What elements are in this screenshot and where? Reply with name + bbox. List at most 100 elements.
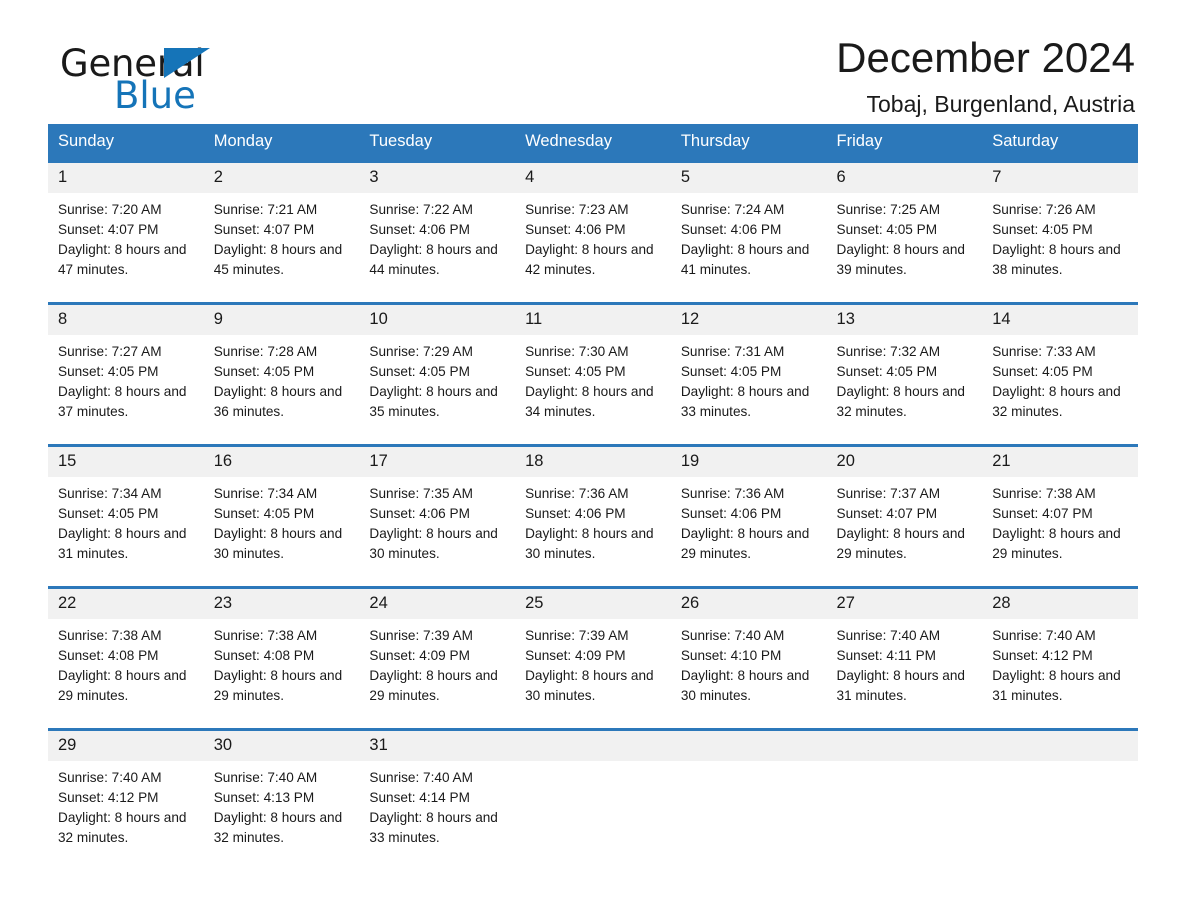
- day-number[interactable]: 4: [515, 160, 671, 193]
- daylight-text: Daylight: 8 hours and 31 minutes.: [836, 668, 965, 703]
- day-cell[interactable]: Sunrise: 7:36 AM Sunset: 4:06 PM Dayligh…: [670, 477, 827, 572]
- day-number[interactable]: 2: [203, 160, 360, 193]
- day-number[interactable]: 8: [48, 302, 204, 335]
- daylight-text: Daylight: 8 hours and 38 minutes.: [992, 242, 1121, 277]
- daylight-text: Daylight: 8 hours and 29 minutes.: [58, 668, 187, 703]
- day-number[interactable]: 28: [982, 586, 1138, 619]
- day-cell[interactable]: Sunrise: 7:35 AM Sunset: 4:06 PM Dayligh…: [359, 477, 516, 572]
- week-spacer: [48, 572, 1138, 588]
- week-spacer: [48, 430, 1138, 446]
- day-cell[interactable]: Sunrise: 7:40 AM Sunset: 4:10 PM Dayligh…: [670, 619, 827, 714]
- day-number[interactable]: 30: [203, 728, 360, 761]
- day-cell[interactable]: Sunrise: 7:38 AM Sunset: 4:08 PM Dayligh…: [203, 619, 360, 714]
- sunset-text: Sunset: 4:05 PM: [58, 506, 159, 521]
- day-number[interactable]: 29: [48, 728, 204, 761]
- day-number[interactable]: 7: [982, 160, 1138, 193]
- week-spacer: [48, 288, 1138, 304]
- day-cell[interactable]: Sunrise: 7:36 AM Sunset: 4:06 PM Dayligh…: [515, 477, 671, 572]
- sunrise-text: Sunrise: 7:35 AM: [369, 486, 473, 501]
- day-cell[interactable]: Sunrise: 7:31 AM Sunset: 4:05 PM Dayligh…: [670, 335, 827, 430]
- day-cell[interactable]: Sunrise: 7:40 AM Sunset: 4:11 PM Dayligh…: [826, 619, 983, 714]
- sunset-text: Sunset: 4:08 PM: [58, 648, 159, 663]
- day-number[interactable]: 12: [670, 302, 827, 335]
- empty-day-cell: [826, 761, 983, 856]
- day-number[interactable]: 9: [203, 302, 360, 335]
- sunset-text: Sunset: 4:09 PM: [525, 648, 626, 663]
- day-number[interactable]: 1: [48, 160, 204, 193]
- day-number-empty: [515, 728, 671, 761]
- day-number[interactable]: 21: [982, 444, 1138, 477]
- day-cell[interactable]: Sunrise: 7:39 AM Sunset: 4:09 PM Dayligh…: [515, 619, 671, 714]
- day-cell[interactable]: Sunrise: 7:27 AM Sunset: 4:05 PM Dayligh…: [48, 335, 204, 430]
- page-header: General Blue December 2024 Tobaj, Burgen…: [48, 0, 1140, 117]
- day-cell[interactable]: Sunrise: 7:23 AM Sunset: 4:06 PM Dayligh…: [515, 193, 671, 288]
- day-number[interactable]: 27: [826, 586, 983, 619]
- day-number[interactable]: 22: [48, 586, 204, 619]
- day-cell[interactable]: Sunrise: 7:30 AM Sunset: 4:05 PM Dayligh…: [515, 335, 671, 430]
- day-number[interactable]: 24: [359, 586, 516, 619]
- daylight-text: Daylight: 8 hours and 30 minutes.: [213, 526, 343, 561]
- day-number[interactable]: 23: [203, 586, 360, 619]
- day-number[interactable]: 10: [359, 302, 516, 335]
- day-cell[interactable]: Sunrise: 7:33 AM Sunset: 4:05 PM Dayligh…: [982, 335, 1138, 430]
- day-number[interactable]: 18: [515, 444, 671, 477]
- day-number[interactable]: 13: [826, 302, 983, 335]
- sunrise-text: Sunrise: 7:20 AM: [58, 202, 162, 217]
- daylight-text: Daylight: 8 hours and 33 minutes.: [369, 810, 498, 845]
- sunset-text: Sunset: 4:06 PM: [525, 222, 626, 237]
- empty-day-cell: [982, 761, 1138, 856]
- day-cell[interactable]: Sunrise: 7:28 AM Sunset: 4:05 PM Dayligh…: [203, 335, 360, 430]
- day-cell[interactable]: Sunrise: 7:38 AM Sunset: 4:08 PM Dayligh…: [48, 619, 204, 714]
- day-cell[interactable]: Sunrise: 7:40 AM Sunset: 4:12 PM Dayligh…: [48, 761, 204, 856]
- day-cell[interactable]: Sunrise: 7:38 AM Sunset: 4:07 PM Dayligh…: [982, 477, 1138, 572]
- day-cell[interactable]: Sunrise: 7:21 AM Sunset: 4:07 PM Dayligh…: [203, 193, 360, 288]
- weekday-header-friday: Friday: [826, 124, 983, 162]
- sunset-text: Sunset: 4:05 PM: [680, 364, 782, 379]
- sunrise-text: Sunrise: 7:26 AM: [992, 202, 1096, 217]
- day-number[interactable]: 11: [515, 302, 671, 335]
- day-number[interactable]: 26: [670, 586, 827, 619]
- sunrise-text: Sunrise: 7:39 AM: [525, 628, 629, 643]
- day-number[interactable]: 14: [982, 302, 1138, 335]
- weekday-header-saturday: Saturday: [982, 124, 1138, 162]
- daylight-text: Daylight: 8 hours and 30 minutes.: [525, 526, 654, 561]
- day-number[interactable]: 19: [670, 444, 827, 477]
- day-cell[interactable]: Sunrise: 7:22 AM Sunset: 4:06 PM Dayligh…: [359, 193, 516, 288]
- sunrise-sunset-calendar: Sunday Monday Tuesday Wednesday Thursday…: [48, 124, 1138, 856]
- day-number[interactable]: 25: [515, 586, 671, 619]
- day-number[interactable]: 31: [359, 728, 516, 761]
- day-cell[interactable]: Sunrise: 7:34 AM Sunset: 4:05 PM Dayligh…: [203, 477, 360, 572]
- day-cell[interactable]: Sunrise: 7:25 AM Sunset: 4:05 PM Dayligh…: [826, 193, 983, 288]
- day-cell[interactable]: Sunrise: 7:40 AM Sunset: 4:14 PM Dayligh…: [359, 761, 516, 856]
- day-number[interactable]: 3: [359, 160, 516, 193]
- day-cell[interactable]: Sunrise: 7:37 AM Sunset: 4:07 PM Dayligh…: [826, 477, 983, 572]
- week-details-row: Sunrise: 7:34 AM Sunset: 4:05 PM Dayligh…: [48, 477, 1138, 572]
- day-cell[interactable]: Sunrise: 7:26 AM Sunset: 4:05 PM Dayligh…: [982, 193, 1138, 288]
- day-number[interactable]: 6: [826, 160, 983, 193]
- sunset-text: Sunset: 4:05 PM: [58, 364, 159, 379]
- day-cell[interactable]: Sunrise: 7:39 AM Sunset: 4:09 PM Dayligh…: [359, 619, 516, 714]
- day-number[interactable]: 17: [359, 444, 516, 477]
- day-cell[interactable]: Sunrise: 7:24 AM Sunset: 4:06 PM Dayligh…: [670, 193, 827, 288]
- daylight-text: Daylight: 8 hours and 29 minutes.: [836, 526, 965, 561]
- sunset-text: Sunset: 4:07 PM: [58, 222, 159, 237]
- day-number[interactable]: 15: [48, 444, 204, 477]
- day-number[interactable]: 16: [203, 444, 360, 477]
- day-cell[interactable]: Sunrise: 7:20 AM Sunset: 4:07 PM Dayligh…: [48, 193, 204, 288]
- day-cell[interactable]: Sunrise: 7:32 AM Sunset: 4:05 PM Dayligh…: [826, 335, 983, 430]
- daylight-text: Daylight: 8 hours and 29 minutes.: [680, 526, 810, 561]
- week-details-row: Sunrise: 7:38 AM Sunset: 4:08 PM Dayligh…: [48, 619, 1138, 714]
- sunset-text: Sunset: 4:05 PM: [836, 222, 938, 237]
- sunset-text: Sunset: 4:06 PM: [680, 506, 782, 521]
- daylight-text: Daylight: 8 hours and 31 minutes.: [992, 668, 1121, 703]
- sunset-text: Sunset: 4:07 PM: [992, 506, 1093, 521]
- day-number[interactable]: 5: [670, 160, 827, 193]
- daylight-text: Daylight: 8 hours and 30 minutes.: [680, 668, 810, 703]
- day-number[interactable]: 20: [826, 444, 983, 477]
- day-cell[interactable]: Sunrise: 7:40 AM Sunset: 4:13 PM Dayligh…: [203, 761, 360, 856]
- day-cell[interactable]: Sunrise: 7:29 AM Sunset: 4:05 PM Dayligh…: [359, 335, 516, 430]
- day-cell[interactable]: Sunrise: 7:40 AM Sunset: 4:12 PM Dayligh…: [982, 619, 1138, 714]
- calendar-header-row: Sunday Monday Tuesday Wednesday Thursday…: [48, 124, 1138, 162]
- sunrise-text: Sunrise: 7:39 AM: [369, 628, 473, 643]
- day-cell[interactable]: Sunrise: 7:34 AM Sunset: 4:05 PM Dayligh…: [48, 477, 204, 572]
